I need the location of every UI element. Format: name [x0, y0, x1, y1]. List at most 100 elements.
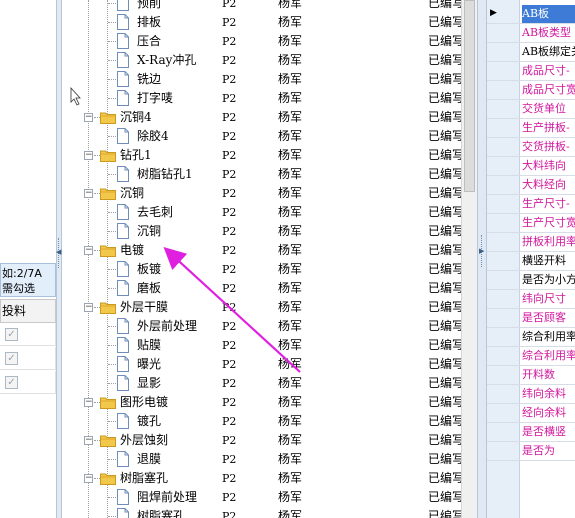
collapse-minus-icon[interactable]: −	[84, 151, 93, 160]
collapse-left-arrow-icon[interactable]: ◀	[56, 248, 61, 256]
feed-checkbox[interactable]: ✓	[5, 376, 18, 389]
row-indicator[interactable]	[487, 252, 520, 270]
property-row[interactable]: 是否顾客	[487, 309, 575, 328]
property-row[interactable]: 生产尺寸-	[487, 195, 575, 214]
property-row[interactable]: 是否为	[487, 442, 575, 461]
tree-item-row[interactable]: 磨板 P2 杨军 已编写	[62, 279, 462, 298]
tree-item-row[interactable]: 沉铜 P2 杨军 已编写	[62, 222, 462, 241]
property-label: 开料数	[522, 368, 555, 381]
feed-checkbox[interactable]: ✓	[5, 328, 18, 341]
property-row[interactable]: 大料经向	[487, 176, 575, 195]
tree-folder-row[interactable]: − 沉铜4 P2 杨军 已编写	[62, 108, 462, 127]
row-indicator[interactable]	[487, 157, 520, 175]
row-indicator[interactable]	[487, 442, 520, 460]
status-cell: 已编写	[428, 281, 462, 295]
property-row[interactable]: 横竖开料	[487, 252, 575, 271]
row-indicator[interactable]	[487, 195, 520, 213]
row-indicator[interactable]	[487, 347, 520, 365]
property-row[interactable]: AB板绑定关	[487, 43, 575, 62]
property-row[interactable]: 交货单位	[487, 100, 575, 119]
row-indicator[interactable]	[487, 62, 520, 80]
row-indicator[interactable]	[487, 233, 520, 251]
tree-item-row[interactable]: 显影 P2 杨军 已编写	[62, 374, 462, 393]
property-row[interactable]: 拼板利用率	[487, 233, 575, 252]
tree-folder-row[interactable]: − 电镀 P2 杨军 已编写	[62, 241, 462, 260]
property-row[interactable]: 交货拼板-	[487, 138, 575, 157]
row-indicator[interactable]	[487, 138, 520, 156]
property-row[interactable]: 成品尺寸宽	[487, 81, 575, 100]
collapse-minus-icon[interactable]: −	[84, 303, 93, 312]
feed-checkbox[interactable]: ✓	[5, 352, 18, 365]
property-row[interactable]: 生产尺寸宽	[487, 214, 575, 233]
property-row[interactable]: 成品尺寸-	[487, 62, 575, 81]
tree-item-row[interactable]: 铣边 P2 杨军 已编写	[62, 70, 462, 89]
property-row[interactable]: 纬向余料	[487, 385, 575, 404]
tree-item-row[interactable]: 树脂塞孔 P2 杨军 已编写	[62, 507, 462, 518]
tree-item-row[interactable]: 外层前处理 P2 杨军 已编写	[62, 317, 462, 336]
tree-item-row[interactable]: 除胶4 P2 杨军 已编写	[62, 127, 462, 146]
tree-vertical-scrollbar[interactable]	[461, 0, 477, 518]
property-row[interactable]: 是否横竖	[487, 423, 575, 442]
row-indicator[interactable]	[487, 43, 520, 61]
tree-item-row[interactable]: 镀孔 P2 杨军 已编写	[62, 412, 462, 431]
tree-item-name: 铣边	[137, 72, 162, 86]
property-row[interactable]: 生产拼板-	[487, 119, 575, 138]
property-row[interactable]: 经向余料	[487, 404, 575, 423]
collapse-minus-icon[interactable]: −	[84, 398, 93, 407]
tree-item-row[interactable]: 压合 P2 杨军 已编写	[62, 32, 462, 51]
tree-item-row[interactable]: 排板 P2 杨军 已编写	[62, 13, 462, 32]
row-indicator[interactable]	[487, 214, 520, 232]
author-cell: 杨军	[278, 224, 303, 238]
process-tree[interactable]: 预削 P2 杨军 已编写 排板 P2 杨军 已编写 压合 P2 杨军 已编写 X-Ray冲孔 P2 杨军 已编…	[62, 0, 462, 518]
tree-folder-row[interactable]: − 沉铜 P2 杨军 已编写	[62, 184, 462, 203]
row-indicator[interactable]	[487, 366, 520, 384]
tree-folder-row[interactable]: − 树脂塞孔 P2 杨军 已编写	[62, 469, 462, 488]
property-row[interactable]: 综合利用率	[487, 347, 575, 366]
tree-item-row[interactable]: 预削 P2 杨军 已编写	[62, 0, 462, 13]
tree-folder-row[interactable]: − 外层蚀刻 P2 杨军 已编写	[62, 431, 462, 450]
tree-item-row[interactable]: X-Ray冲孔 P2 杨军 已编写	[62, 51, 462, 70]
row-indicator[interactable]	[487, 290, 520, 308]
property-row[interactable]: AB板类型	[487, 24, 575, 43]
row-indicator[interactable]: ▶	[487, 5, 520, 23]
tree-folder-row[interactable]: − 外层干膜 P2 杨军 已编写	[62, 298, 462, 317]
property-row-selected[interactable]: ▶ AB板	[487, 5, 575, 24]
row-indicator[interactable]	[487, 81, 520, 99]
row-indicator[interactable]	[487, 24, 520, 42]
row-indicator[interactable]	[487, 176, 520, 194]
tree-item-row[interactable]: 板镀 P2 杨军 已编写	[62, 260, 462, 279]
row-indicator[interactable]	[487, 309, 520, 327]
property-row[interactable]: 是否为小方	[487, 271, 575, 290]
tree-item-row[interactable]: 去毛刺 P2 杨军 已编写	[62, 203, 462, 222]
collapse-minus-icon[interactable]: −	[84, 436, 93, 445]
collapse-right-arrow-icon[interactable]: ▶	[479, 247, 484, 255]
collapse-minus-icon[interactable]: −	[84, 246, 93, 255]
tree-item-row[interactable]: 退膜 P2 杨军 已编写	[62, 450, 462, 469]
middle-splitter[interactable]: ▶	[477, 0, 487, 518]
collapse-minus-icon[interactable]: −	[84, 189, 93, 198]
tree-item-row[interactable]: 贴膜 P2 杨军 已编写	[62, 336, 462, 355]
property-row[interactable]: 大料纬向	[487, 157, 575, 176]
row-indicator[interactable]	[487, 100, 520, 118]
row-indicator[interactable]	[487, 385, 520, 403]
scrollbar-thumb[interactable]	[464, 0, 475, 192]
collapse-minus-icon[interactable]: −	[84, 113, 93, 122]
row-indicator[interactable]	[487, 119, 520, 137]
tree-item-row[interactable]: 阻焊前处理 P2 杨军 已编写	[62, 488, 462, 507]
feed-column-header[interactable]: 投料	[0, 299, 56, 323]
collapse-minus-icon[interactable]: −	[84, 474, 93, 483]
row-indicator[interactable]	[487, 404, 520, 422]
row-indicator[interactable]	[487, 423, 520, 441]
tree-item-row[interactable]: 曝光 P2 杨军 已编写	[62, 355, 462, 374]
property-grid[interactable]: ▶ AB板 AB板类型 AB板绑定关成品尺寸- 成品尺寸宽交货单位生产拼板- 交货拼板- 大…	[487, 0, 575, 518]
property-row[interactable]: 开料数	[487, 366, 575, 385]
property-row[interactable]: 综合利用率	[487, 328, 575, 347]
tree-guide-line	[108, 174, 116, 175]
tree-item-row[interactable]: 打字唛 P2 杨军 已编写	[62, 89, 462, 108]
tree-folder-row[interactable]: − 钻孔1 P2 杨军 已编写	[62, 146, 462, 165]
row-indicator[interactable]	[487, 328, 520, 346]
row-indicator[interactable]	[487, 271, 520, 289]
tree-item-row[interactable]: 树脂钻孔1 P2 杨军 已编写	[62, 165, 462, 184]
property-row[interactable]: 纬向尺寸	[487, 290, 575, 309]
tree-folder-row[interactable]: − 图形电镀 P2 杨军 已编写	[62, 393, 462, 412]
